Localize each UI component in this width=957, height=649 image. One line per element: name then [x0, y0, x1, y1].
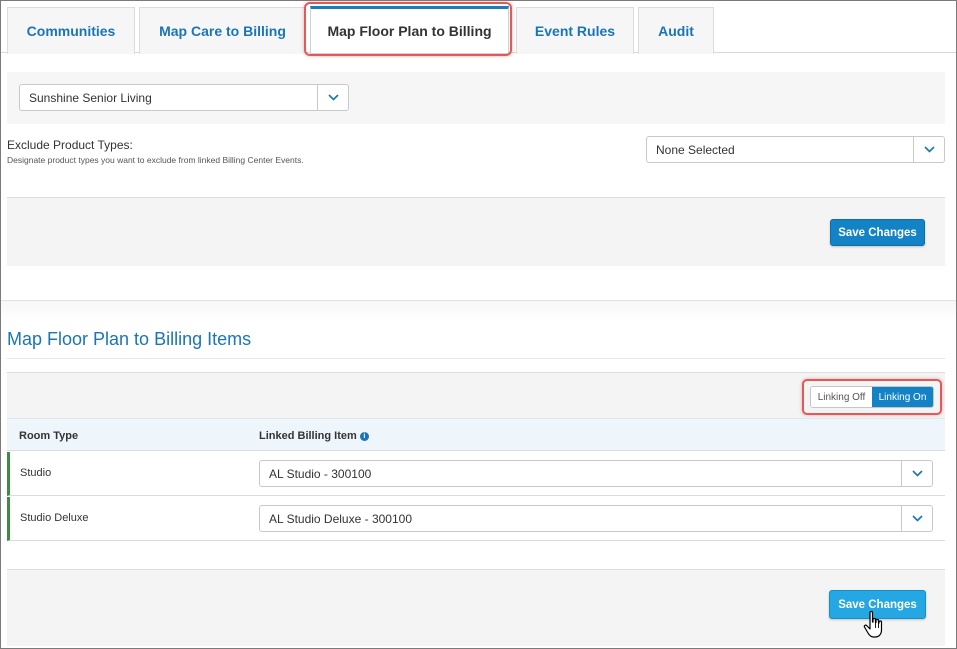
chevron-down-icon[interactable] [913, 137, 944, 162]
section-band [1, 301, 956, 321]
billing-item-value: AL Studio - 300100 [269, 466, 372, 481]
mapping-toolbar: Linking Off Linking On [7, 372, 945, 418]
tab-map-care-to-billing[interactable]: Map Care to Billing [139, 7, 306, 54]
table-row: Studio AL Studio - 300100 [7, 452, 945, 496]
community-select-value: Sunshine Senior Living [29, 90, 152, 105]
exclude-select-value: None Selected [656, 142, 735, 157]
linked-billing-item-select[interactable]: AL Studio - 300100 [259, 460, 933, 487]
community-select-bar: Sunshine Senior Living [7, 72, 945, 124]
chevron-down-icon[interactable] [901, 461, 932, 486]
title-underline [7, 358, 945, 359]
save-changes-button[interactable]: Save Changes [830, 219, 925, 246]
info-icon[interactable]: i [359, 432, 369, 441]
tab-label: Map Care to Billing [159, 23, 286, 39]
room-type-cell: Studio [20, 467, 52, 479]
column-header-linked-billing-item: Linked Billing Item i [259, 430, 369, 442]
chevron-down-icon[interactable] [317, 85, 348, 110]
tab-label: Communities [26, 23, 116, 39]
column-header-room-type: Room Type [19, 430, 79, 442]
table-header: Room Type Linked Billing Item i [7, 418, 945, 451]
billing-item-value: AL Studio Deluxe - 300100 [269, 511, 412, 526]
room-type-cell: Studio Deluxe [20, 512, 89, 524]
hand-pointer-icon [863, 610, 883, 638]
active-tab-highlight [304, 2, 512, 56]
tab-label: Event Rules [534, 23, 616, 39]
linking-toggle-highlight [802, 379, 942, 415]
section-title: Map Floor Plan to Billing Items [7, 329, 252, 349]
exclude-product-types-description: Designate product types you want to excl… [7, 155, 304, 165]
tab-communities[interactable]: Communities [7, 7, 135, 54]
mapping-footer: Save Changes [7, 569, 945, 646]
column-header-label: Linked Billing Item [259, 430, 357, 442]
tab-label: Audit [658, 23, 694, 39]
tab-event-rules[interactable]: Event Rules [516, 7, 634, 54]
exclude-product-types-select[interactable]: None Selected [646, 136, 945, 163]
floor-plan-mapping-section: Linking Off Linking On Room Type Linked … [7, 372, 945, 646]
save-button-label: Save Changes [838, 598, 917, 611]
linked-billing-item-select[interactable]: AL Studio Deluxe - 300100 [259, 505, 933, 532]
exclude-product-types-label: Exclude Product Types: [7, 138, 133, 152]
tab-audit[interactable]: Audit [638, 7, 714, 54]
community-settings-section: Sunshine Senior Living Exclude Product T… [7, 72, 945, 266]
save-button-label: Save Changes [838, 226, 917, 239]
community-select[interactable]: Sunshine Senior Living [19, 84, 349, 111]
table-row: Studio Deluxe AL Studio Deluxe - 300100 [7, 497, 945, 541]
chevron-down-icon[interactable] [901, 506, 932, 531]
settings-footer: Save Changes [7, 197, 945, 266]
